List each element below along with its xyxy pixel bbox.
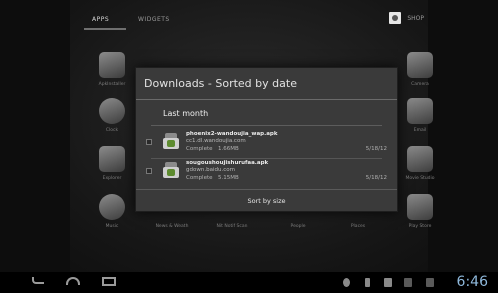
camera-icon bbox=[407, 52, 433, 78]
right-margin bbox=[428, 0, 498, 272]
music-icon bbox=[99, 194, 125, 220]
download-item[interactable]: sougoushoujishurufaa.apk gdown.baidu.com… bbox=[136, 156, 397, 188]
notification-icon[interactable] bbox=[426, 278, 434, 287]
tab-widgets[interactable]: WIDGETS bbox=[138, 16, 170, 23]
clock-time[interactable]: 6:46 bbox=[457, 274, 488, 290]
select-checkbox[interactable] bbox=[146, 168, 152, 174]
app-music[interactable]: Music bbox=[82, 194, 142, 229]
app-label: Camera bbox=[411, 82, 429, 87]
download-host: gdown.baidu.com bbox=[186, 167, 235, 173]
notification-icon[interactable] bbox=[404, 278, 412, 287]
app-label: Email bbox=[413, 128, 427, 133]
app-email[interactable]: Email bbox=[390, 98, 450, 133]
download-status: Complete bbox=[186, 146, 213, 152]
app-label: Clock bbox=[105, 128, 119, 133]
app-movie-studio[interactable]: Movie Studio bbox=[390, 146, 450, 181]
downloads-dialog: Downloads - Sorted by date Last month ph… bbox=[135, 67, 398, 212]
film-icon bbox=[407, 146, 433, 172]
sd-card-icon[interactable] bbox=[384, 278, 392, 287]
folder-icon bbox=[99, 146, 125, 172]
download-size: 1.66MB bbox=[218, 146, 239, 152]
home-screen: APPS WIDGETS SHOP ApkInstaller Clock Exp… bbox=[0, 0, 498, 293]
app-label: Places bbox=[350, 224, 366, 229]
download-date: 5/18/12 bbox=[365, 175, 387, 181]
app-label: Explorer bbox=[102, 176, 122, 181]
title-divider bbox=[136, 99, 397, 100]
download-filename: phoenix2-wandoujia_wap.apk bbox=[186, 131, 278, 137]
app-label: Movie Studio bbox=[405, 176, 435, 181]
app-camera[interactable]: Camera bbox=[390, 52, 450, 87]
app-apkinstaller[interactable]: ApkInstaller bbox=[82, 52, 142, 87]
app-label: News & Weath bbox=[155, 224, 189, 229]
app-label: Music bbox=[105, 224, 119, 229]
dialog-title: Downloads - Sorted by date bbox=[144, 77, 297, 90]
download-host: cc1.dl.wandoujia.com bbox=[186, 138, 246, 144]
app-label: People bbox=[290, 224, 306, 229]
download-size: 5.15MB bbox=[218, 175, 239, 181]
download-date: 5/18/12 bbox=[365, 146, 387, 152]
app-clock[interactable]: Clock bbox=[82, 98, 142, 133]
app-label: Play Store bbox=[408, 224, 432, 229]
tab-apps-indicator bbox=[84, 28, 126, 30]
home-icon[interactable] bbox=[66, 277, 80, 285]
shop-button[interactable]: SHOP bbox=[389, 12, 424, 24]
clock-icon bbox=[99, 98, 125, 124]
usb-icon[interactable] bbox=[365, 278, 370, 287]
android-notification-icon[interactable] bbox=[343, 278, 350, 287]
back-icon[interactable] bbox=[32, 277, 44, 284]
apk-icon bbox=[163, 133, 179, 149]
shop-icon bbox=[389, 12, 402, 24]
app-explorer[interactable]: Explorer bbox=[82, 146, 142, 181]
system-bar: 6:46 bbox=[0, 272, 498, 293]
shop-label: SHOP bbox=[407, 14, 424, 22]
launcher-topbar: APPS WIDGETS SHOP bbox=[70, 0, 428, 40]
select-checkbox[interactable] bbox=[146, 139, 152, 145]
email-icon bbox=[407, 98, 433, 124]
download-item[interactable]: phoenix2-wandoujia_wap.apk cc1.dl.wandou… bbox=[136, 127, 397, 159]
apk-icon bbox=[163, 162, 179, 178]
app-label: Nit Notif Scan bbox=[216, 224, 248, 229]
download-filename: sougoushoujishurufaa.apk bbox=[186, 160, 269, 166]
app-play-store[interactable]: Play Store bbox=[390, 194, 450, 229]
recent-apps-icon[interactable] bbox=[102, 277, 116, 286]
section-header: Last month bbox=[163, 109, 209, 118]
app-label: ApkInstaller bbox=[98, 82, 126, 87]
package-icon bbox=[99, 52, 125, 78]
sort-by-size-button[interactable]: Sort by size bbox=[136, 189, 397, 213]
section-divider bbox=[151, 125, 382, 126]
left-margin bbox=[0, 0, 70, 272]
download-status: Complete bbox=[186, 175, 213, 181]
play-store-icon bbox=[407, 194, 433, 220]
tab-apps[interactable]: APPS bbox=[92, 16, 109, 23]
